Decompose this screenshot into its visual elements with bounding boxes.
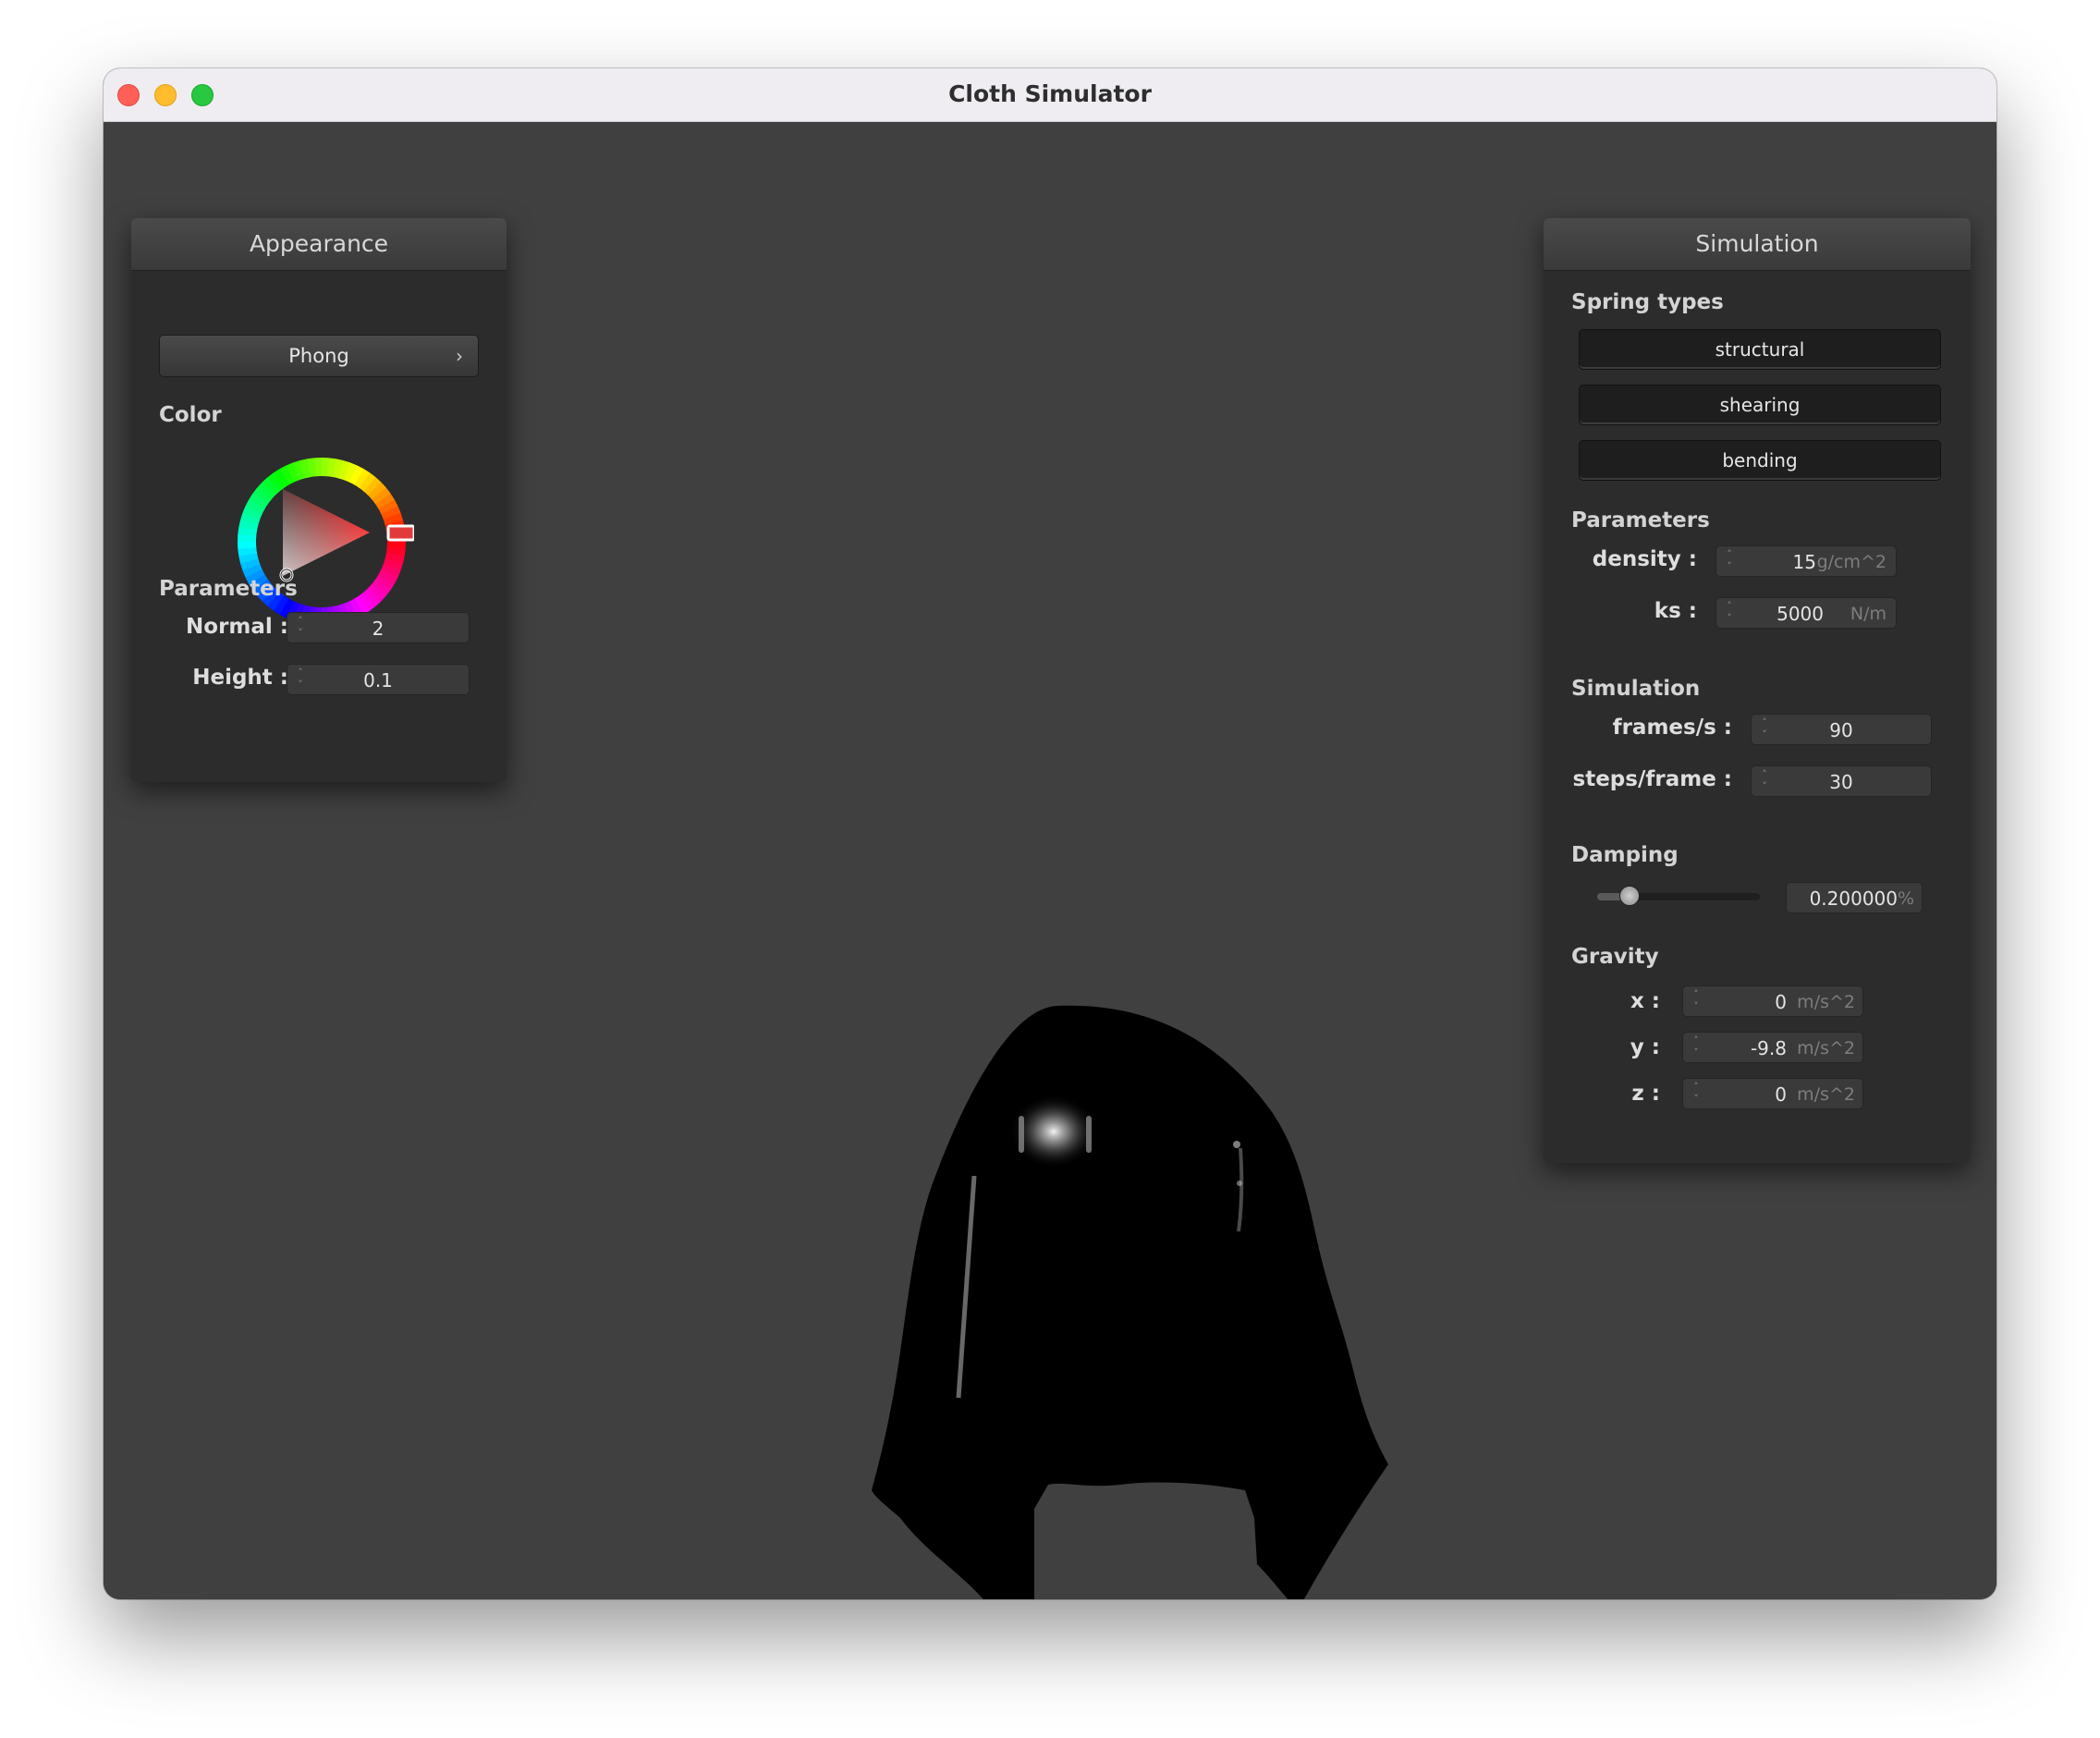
- damping-slider[interactable]: [1597, 886, 1760, 906]
- normal-value: 2: [372, 618, 385, 640]
- gravity-y-spinbox[interactable]: ˄ ˅ -9.8 m/s^2: [1682, 1032, 1863, 1063]
- gravity-y-value: -9.8: [1750, 1037, 1787, 1059]
- gravity-label: Gravity: [1571, 945, 1659, 969]
- appearance-params-label: Parameters: [159, 577, 298, 601]
- height-spinbox[interactable]: ˄ ˅ 0.1: [287, 664, 470, 695]
- height-label: Height :: [192, 666, 288, 690]
- gravity-y-label: y :: [1630, 1035, 1660, 1059]
- density-spinbox[interactable]: ˄ ˅ 15 g/cm^2: [1715, 545, 1897, 577]
- steps-label: steps/frame :: [1572, 767, 1732, 791]
- ks-unit: N/m: [1850, 604, 1886, 624]
- structural-toggle[interactable]: structural: [1579, 329, 1941, 370]
- damping-label: Damping: [1571, 843, 1679, 867]
- spin-arrows-icon[interactable]: ˄ ˅: [1691, 988, 1702, 1014]
- gravity-x-spinbox[interactable]: ˄ ˅ 0 m/s^2: [1682, 985, 1863, 1017]
- damping-field[interactable]: 0.200000 %: [1786, 882, 1923, 913]
- sim-params-label: Parameters: [1571, 508, 1710, 532]
- appearance-panel-header: Appearance: [131, 218, 507, 271]
- normal-label: Normal :: [186, 615, 288, 639]
- window-title: Cloth Simulator: [948, 80, 1152, 107]
- gravity-z-spinbox[interactable]: ˄ ˅ 0 m/s^2: [1682, 1078, 1863, 1109]
- shearing-toggle[interactable]: shearing: [1579, 385, 1941, 425]
- fps-value: 90: [1829, 719, 1853, 741]
- bending-toggle[interactable]: bending: [1579, 440, 1941, 481]
- shader-dropdown-label: Phong: [288, 345, 349, 367]
- damping-unit: %: [1897, 888, 1914, 909]
- hue-picker-handle[interactable]: [386, 524, 414, 542]
- gravity-y-unit: m/s^2: [1797, 1038, 1855, 1059]
- fps-spinbox[interactable]: ˄ ˅ 90: [1751, 714, 1932, 745]
- app-window: Cloth Simulator Appearance Phong › Color…: [104, 68, 1996, 1599]
- damping-slider-knob[interactable]: [1619, 886, 1641, 906]
- ks-label: ks :: [1654, 599, 1697, 623]
- gravity-x-label: x :: [1630, 989, 1660, 1013]
- density-unit: g/cm^2: [1816, 552, 1886, 572]
- shader-dropdown[interactable]: Phong ›: [159, 335, 479, 377]
- sim-section-label: Simulation: [1571, 677, 1701, 701]
- ks-spinbox[interactable]: ˄ ˅ 5000 N/m: [1715, 597, 1897, 629]
- ks-value: 5000: [1776, 603, 1824, 625]
- spin-arrows-icon[interactable]: ˄ ˅: [1724, 548, 1735, 574]
- appearance-panel: Appearance Phong › Color Parameters Norm…: [131, 218, 507, 782]
- spin-arrows-icon[interactable]: ˄ ˅: [1724, 600, 1735, 626]
- density-value: 15: [1792, 551, 1816, 573]
- gravity-x-unit: m/s^2: [1797, 992, 1855, 1012]
- normal-spinbox[interactable]: ˄ ˅ 2: [287, 612, 470, 643]
- gravity-x-value: 0: [1775, 991, 1787, 1013]
- gravity-z-label: z :: [1631, 1082, 1660, 1106]
- color-section-label: Color: [159, 403, 222, 427]
- density-label: density :: [1592, 547, 1697, 571]
- spring-types-label: Spring types: [1571, 290, 1724, 314]
- fps-label: frames/s :: [1612, 716, 1732, 740]
- color-wheel[interactable]: [229, 449, 414, 634]
- spin-arrows-icon[interactable]: ˄ ˅: [1691, 1034, 1702, 1060]
- gravity-z-value: 0: [1775, 1083, 1787, 1106]
- simulation-panel: Simulation Spring types structural shear…: [1544, 218, 1971, 1163]
- render-viewport[interactable]: Appearance Phong › Color Parameters Norm…: [104, 122, 1996, 1599]
- gravity-z-unit: m/s^2: [1797, 1084, 1855, 1105]
- steps-value: 30: [1829, 771, 1853, 793]
- damping-value: 0.200000: [1809, 887, 1898, 910]
- spin-arrows-icon[interactable]: ˄ ˅: [1691, 1081, 1702, 1107]
- title-bar: Cloth Simulator: [104, 68, 1996, 122]
- height-value: 0.1: [363, 669, 393, 692]
- chevron-right-icon: ›: [456, 345, 463, 367]
- simulation-panel-header: Simulation: [1544, 218, 1971, 271]
- steps-spinbox[interactable]: ˄ ˅ 30: [1751, 765, 1932, 797]
